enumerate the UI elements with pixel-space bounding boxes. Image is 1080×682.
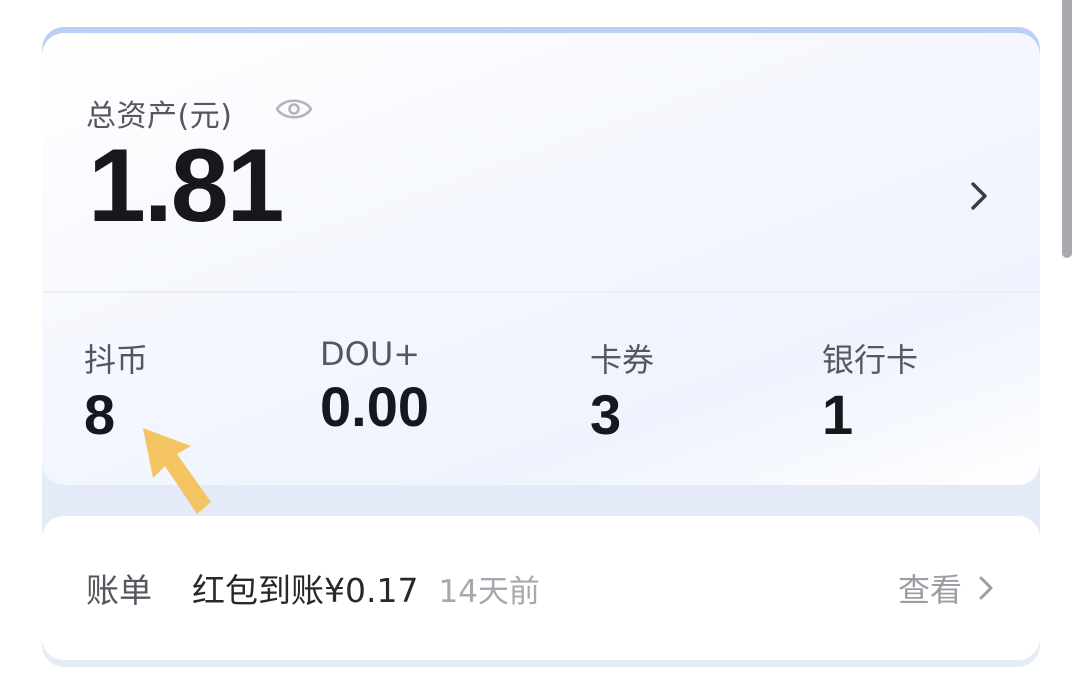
divider — [42, 291, 1040, 293]
stat-label: 银行卡 — [822, 341, 919, 379]
wallet-screen: 总资产(元) 1.81 抖币 8 DOU+ 0.00 卡券 3 银行卡 1 账单… — [0, 0, 1080, 682]
bill-row[interactable]: 账单 红包到账¥0.17 14天前 查看 — [86, 566, 996, 610]
stat-value: 0.00 — [320, 375, 429, 438]
stat-value: 3 — [590, 383, 622, 446]
total-assets-value: 1.81 — [88, 128, 284, 244]
view-label: 查看 — [897, 571, 962, 609]
stat-label: 卡券 — [590, 341, 655, 379]
chevron-right-icon[interactable] — [967, 179, 991, 213]
stat-coupons[interactable]: 卡券 3 — [590, 335, 654, 443]
stat-value: 1 — [822, 383, 854, 446]
bill-timestamp: 14天前 — [438, 573, 540, 610]
stat-label: DOU+ — [320, 335, 421, 373]
bill-card[interactable]: 账单 红包到账¥0.17 14天前 查看 — [42, 516, 1040, 660]
asset-card[interactable]: 总资产(元) 1.81 抖币 8 DOU+ 0.00 卡券 3 银行卡 1 — [42, 33, 1040, 485]
arrow-up-left-icon — [143, 428, 211, 514]
view-bill-button[interactable]: 查看 — [898, 566, 996, 610]
eye-icon[interactable] — [274, 95, 314, 123]
bill-latest-entry: 红包到账¥0.17 — [192, 571, 419, 610]
stat-dou-plus[interactable]: DOU+ 0.00 — [320, 335, 429, 435]
bill-label: 账单 — [86, 571, 152, 610]
scrollbar[interactable] — [1062, 0, 1072, 258]
stat-bank-cards[interactable]: 银行卡 1 — [822, 335, 918, 443]
chevron-right-icon — [979, 576, 993, 600]
stat-label: 抖币 — [84, 341, 149, 379]
